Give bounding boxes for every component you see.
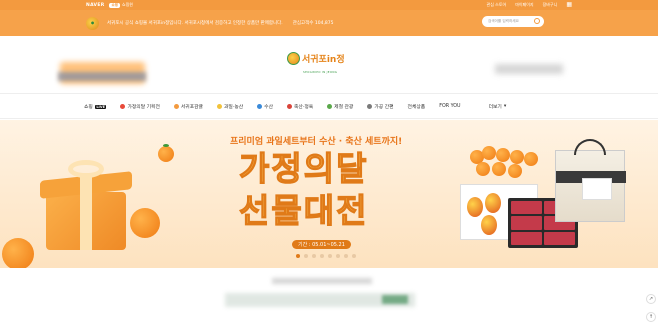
link-cart[interactable]: 장바구니 xyxy=(543,2,558,8)
search-placeholder: 검색어를 입력하세요 xyxy=(488,19,519,23)
package-icon xyxy=(367,104,373,109)
nav-label: 더보기 xyxy=(488,105,502,110)
fruit-icon xyxy=(216,104,222,109)
nav-item-for-you[interactable]: FOR YOU xyxy=(439,104,460,109)
promo-banner[interactable]: 프리미엄 과일세트부터 수산 · 축산 세트까지! 가정의달 선물대전 기간 :… xyxy=(0,120,658,268)
nav-label: 쇼핑 xyxy=(84,105,93,110)
nav-label: 축산·정육 xyxy=(293,105,314,110)
nav-item-processed[interactable]: 가공 간편 xyxy=(367,103,394,110)
nav-item-more[interactable]: 더보기 ▾ xyxy=(489,103,507,110)
topbar-links: 관심 스토어 마이페이지 장바구니 ▦ xyxy=(487,2,572,8)
slide-indicator xyxy=(296,254,356,258)
shopping-label[interactable]: 쇼핑윈 xyxy=(122,2,133,8)
gift-set-box-image xyxy=(582,178,612,200)
leaf-icon xyxy=(327,104,333,109)
nav-label: 가정의달 기획전 xyxy=(127,105,160,110)
search-icon[interactable] xyxy=(534,18,540,24)
nav-item-seasonal[interactable]: 제철 관광 xyxy=(327,103,353,110)
live-badge: LIVE xyxy=(94,104,107,109)
nav-label: 과일·농산 xyxy=(223,105,244,110)
slide-dot[interactable] xyxy=(304,254,308,258)
shopping-pill[interactable]: 쇼핑 xyxy=(109,2,120,8)
store-intro: 서귀포시 공식 쇼핑몰 서귀포in정입니다. 서귀포시청에서 검증하고 인정한 … xyxy=(107,21,283,26)
slide-dot[interactable] xyxy=(296,254,300,258)
nav-item-seafood[interactable]: 수산 xyxy=(257,103,273,110)
blurred-heading xyxy=(272,278,372,284)
meat-icon xyxy=(286,104,292,109)
share-icon[interactable]: ↗ xyxy=(646,294,656,304)
nav-label: 제철 관광 xyxy=(334,105,354,110)
link-favorite-stores[interactable]: 관심 스토어 xyxy=(487,2,507,8)
nav-item-all-products[interactable]: 전체상품 xyxy=(408,103,426,110)
store-header: 서귀포in정 SEOGWIPO IN JEONG xyxy=(0,36,658,94)
banner-title-line2: 선물대전 xyxy=(238,191,369,230)
banner-subtitle: 프리미엄 과일세트부터 수산 · 축산 세트까지! xyxy=(230,137,403,147)
link-mypage[interactable]: 마이페이지 xyxy=(515,2,533,8)
blurred-info xyxy=(495,64,563,74)
tangerine-logo-icon xyxy=(287,52,300,65)
content-section xyxy=(0,268,658,326)
nav-label: 수산 xyxy=(264,105,273,110)
slide-dot[interactable] xyxy=(320,254,324,258)
tangerine-basket-image xyxy=(470,146,550,184)
tangerine-image xyxy=(2,238,34,268)
banner-period: 기간 : 05.01~05.21 xyxy=(292,240,351,249)
slide-dot[interactable] xyxy=(352,254,356,258)
nav-item-shopping-live[interactable]: 쇼핑 LIVE xyxy=(84,103,107,110)
brand-subtitle: SEOGWIPO IN JEONG xyxy=(303,70,338,74)
naver-logo[interactable]: NAVER xyxy=(86,3,104,8)
slide-dot[interactable] xyxy=(312,254,316,258)
store-logo-icon[interactable]: • xyxy=(86,16,99,30)
store-page: NAVER 쇼핑 쇼핑윈 관심 스토어 마이페이지 장바구니 ▦ • 서귀포시 … xyxy=(0,0,658,326)
tangerine-image xyxy=(158,146,174,162)
nav-item-family-month[interactable]: 가정의달 기획전 xyxy=(120,103,160,110)
slide-dot[interactable] xyxy=(328,254,332,258)
chevron-down-icon: ▾ xyxy=(503,104,507,109)
category-nav: 쇼핑 LIVE 가정의달 기획전 서귀포감귤 과일·농산 수산 축산·정육 제철… xyxy=(0,95,658,119)
leaf-icon xyxy=(163,144,169,147)
favorite-count: 관심고객수 104,875 xyxy=(292,21,334,26)
nav-label: 가공 간편 xyxy=(374,105,394,110)
nav-item-fruit[interactable]: 과일·농산 xyxy=(216,103,244,110)
nav-item-meat[interactable]: 축산·정육 xyxy=(286,103,314,110)
slide-dot[interactable] xyxy=(344,254,348,258)
gift-box-image xyxy=(40,160,132,250)
brand-name: 서귀포in정 xyxy=(302,55,345,65)
nav-item-tangerine[interactable]: 서귀포감귤 xyxy=(173,103,203,110)
naver-top-bar: NAVER 쇼핑 쇼핑윈 관심 스토어 마이페이지 장바구니 ▦ xyxy=(0,0,658,10)
banner-title-line1: 가정의달 xyxy=(238,149,369,188)
gift-icon xyxy=(120,104,126,109)
blurred-promo-text xyxy=(58,72,146,81)
brand-logo[interactable]: 서귀포in정 xyxy=(287,52,345,65)
search-input[interactable]: 검색어를 입력하세요 xyxy=(482,16,544,27)
tangerine-image xyxy=(130,208,160,238)
tangerine-icon xyxy=(173,104,179,109)
blurred-button[interactable] xyxy=(382,295,408,304)
arrow-up-icon[interactable]: ↑ xyxy=(646,312,656,322)
store-strip: • 서귀포시 공식 쇼핑몰 서귀포in정입니다. 서귀포시청에서 검증하고 인정… xyxy=(0,10,658,36)
slide-dot[interactable] xyxy=(336,254,340,258)
nav-label: 서귀포감귤 xyxy=(180,105,203,110)
fish-icon xyxy=(257,104,263,109)
grid-icon[interactable]: ▦ xyxy=(566,2,572,8)
